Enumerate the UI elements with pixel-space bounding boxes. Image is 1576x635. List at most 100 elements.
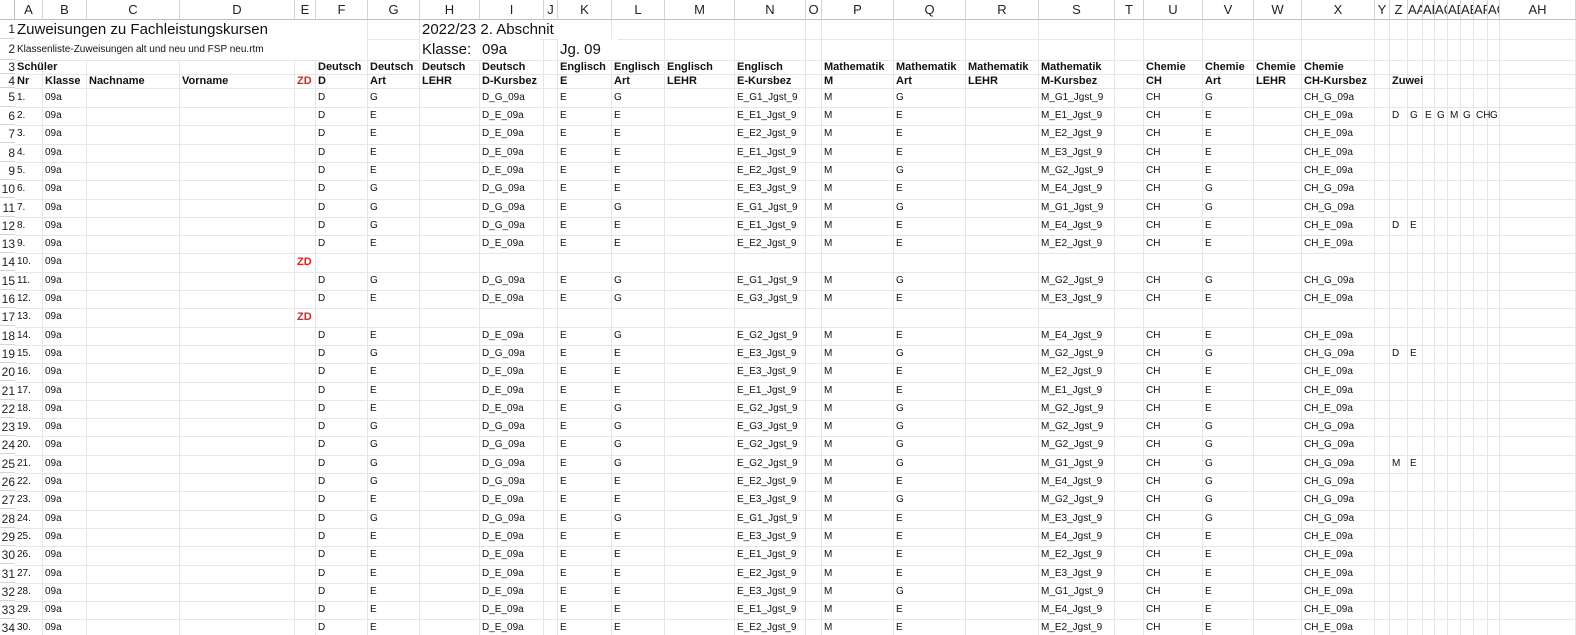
klasse-value[interactable]: 09a [480,39,540,60]
cell-deutsch[interactable]: D [316,400,325,418]
row-header-14[interactable]: 14 [0,253,15,271]
cell-chemie-kursbez[interactable]: CH_G_09a [1302,180,1354,198]
cell-chemie[interactable]: CH [1144,565,1160,583]
row-header-13[interactable]: 13 [0,235,15,253]
cell-deutsch-art[interactable]: G [368,418,378,436]
row-header-5[interactable]: 5 [0,88,15,107]
cell-klasse[interactable]: 09a [43,290,62,308]
colhead-m-art[interactable]: Art [894,74,912,88]
cell-zuweisung[interactable]: D [1390,217,1399,235]
cell-klasse[interactable]: 09a [43,125,62,143]
colhead-m-lehr[interactable]: LEHR [966,74,998,88]
group-header-chemie-lehr[interactable]: Chemie [1254,60,1296,74]
group-header-deutsch-d[interactable]: Deutsch [316,60,361,74]
cell-chemie-art[interactable]: E [1203,107,1212,125]
cell-mathe-kursbez[interactable]: M_E1_Jgst_9 [1039,382,1102,400]
cell-englisch[interactable]: E [558,235,567,253]
colhead-e[interactable]: E [558,74,567,88]
cell-klasse[interactable]: 09a [43,88,62,107]
cell-englisch-art[interactable]: G [612,88,622,107]
cell-chemie[interactable]: CH [1144,382,1160,400]
group-header-chemie-art[interactable]: Chemie [1203,60,1245,74]
cell-mathe[interactable]: M [822,510,832,528]
colhead-ch-art[interactable]: Art [1203,74,1221,88]
colhead-e-lehr[interactable]: LEHR [665,74,697,88]
cell-klasse[interactable]: 09a [43,418,62,436]
column-header-ad[interactable]: AD [1448,0,1461,20]
column-header-o[interactable]: O [806,0,822,20]
cell-chemie-kursbez[interactable]: CH_E_09a [1302,125,1353,143]
cell-mathe[interactable]: M [822,272,832,290]
cell-englisch[interactable]: E [558,363,567,381]
row-header-4[interactable]: 4 [0,74,15,88]
cell-chemie-kursbez[interactable]: CH_E_09a [1302,583,1353,601]
column-header-a[interactable]: A [15,0,43,20]
cell-mathe[interactable]: M [822,180,832,198]
cell-deutsch-kursbez[interactable]: D_G_09a [480,217,525,235]
cell-mathe-art[interactable]: G [894,88,904,107]
cell-chemie-kursbez[interactable]: CH_E_09a [1302,235,1353,253]
row-header-10[interactable]: 10 [0,180,15,198]
cell-mathe[interactable]: M [822,619,832,635]
colhead-d[interactable]: D [316,74,326,88]
row-header-3[interactable]: 3 [0,60,15,74]
cell-nr[interactable]: 1. [15,88,25,107]
cell-nr[interactable]: 17. [15,382,31,400]
cell-englisch-kursbez[interactable]: E_G2_Jgst_9 [735,400,798,418]
cell-englisch[interactable]: E [558,565,567,583]
row-header-15[interactable]: 15 [0,272,15,290]
group-header-englisch-art[interactable]: Englisch [612,60,660,74]
cell-deutsch[interactable]: D [316,382,325,400]
cell-mathe-art[interactable]: E [894,107,903,125]
cell-chemie-art[interactable]: G [1203,455,1213,473]
cell-chemie-art[interactable]: G [1203,272,1213,290]
cell-englisch-art[interactable]: E [612,473,621,491]
column-header-af[interactable]: AF [1474,0,1488,20]
cell-mathe[interactable]: M [822,199,832,217]
cell-mathe-kursbez[interactable]: M_E2_Jgst_9 [1039,363,1102,381]
column-header-ab[interactable]: AB [1423,0,1435,20]
cell-zuweisung[interactable]: E [1408,455,1417,473]
cell-chemie-art[interactable]: E [1203,601,1212,619]
cell-mathe[interactable]: M [822,400,832,418]
cell-englisch[interactable]: E [558,528,567,546]
cell-englisch[interactable]: E [558,491,567,509]
cell-deutsch[interactable]: D [316,345,325,363]
cell-zuweisung[interactable]: E [1408,217,1417,235]
column-header-t[interactable]: T [1115,0,1144,20]
group-header-mathe-kursbez[interactable]: Mathematik [1039,60,1102,74]
cell-englisch-kursbez[interactable]: E_G1_Jgst_9 [735,88,798,107]
cell-klasse[interactable]: 09a [43,491,62,509]
row-header-18[interactable]: 18 [0,327,15,345]
cell-klasse[interactable]: 09a [43,162,62,180]
colhead-e-art[interactable]: Art [612,74,630,88]
cell-englisch-kursbez[interactable]: E_E3_Jgst_9 [735,583,797,601]
cell-nr[interactable]: 27. [15,565,31,583]
cell-englisch-art[interactable]: E [612,363,621,381]
cell-englisch-kursbez[interactable]: E_E1_Jgst_9 [735,601,797,619]
group-header-schueler[interactable]: Schüler [15,60,57,74]
cell-englisch-art[interactable]: G [612,418,622,436]
column-header-y[interactable]: Y [1375,0,1390,20]
cell-chemie-art[interactable]: E [1203,363,1212,381]
cell-zuweisung[interactable]: E [1408,345,1417,363]
column-header-r[interactable]: R [966,0,1039,20]
group-header-mathe-art[interactable]: Mathematik [894,60,957,74]
cell-nr[interactable]: 4. [15,144,25,162]
cell-englisch[interactable]: E [558,473,567,491]
cell-chemie-art[interactable]: E [1203,144,1212,162]
cell-mathe-art[interactable]: G [894,491,904,509]
cell-mathe[interactable]: M [822,491,832,509]
cell-deutsch-art[interactable]: E [368,546,377,564]
cell-chemie-art[interactable]: G [1203,510,1213,528]
cell-mathe-kursbez[interactable]: M_E4_Jgst_9 [1039,217,1102,235]
cell-deutsch[interactable]: D [316,363,325,381]
cell-chemie-art[interactable]: G [1203,491,1213,509]
cell-chemie[interactable]: CH [1144,345,1160,363]
cell-deutsch-art[interactable]: G [368,88,378,107]
cell-deutsch-kursbez[interactable]: D_G_09a [480,510,525,528]
cell-englisch-kursbez[interactable]: E_E2_Jgst_9 [735,619,797,635]
cell-chemie[interactable]: CH [1144,125,1160,143]
column-header-e[interactable]: E [295,0,316,20]
cell-chemie[interactable]: CH [1144,436,1160,454]
